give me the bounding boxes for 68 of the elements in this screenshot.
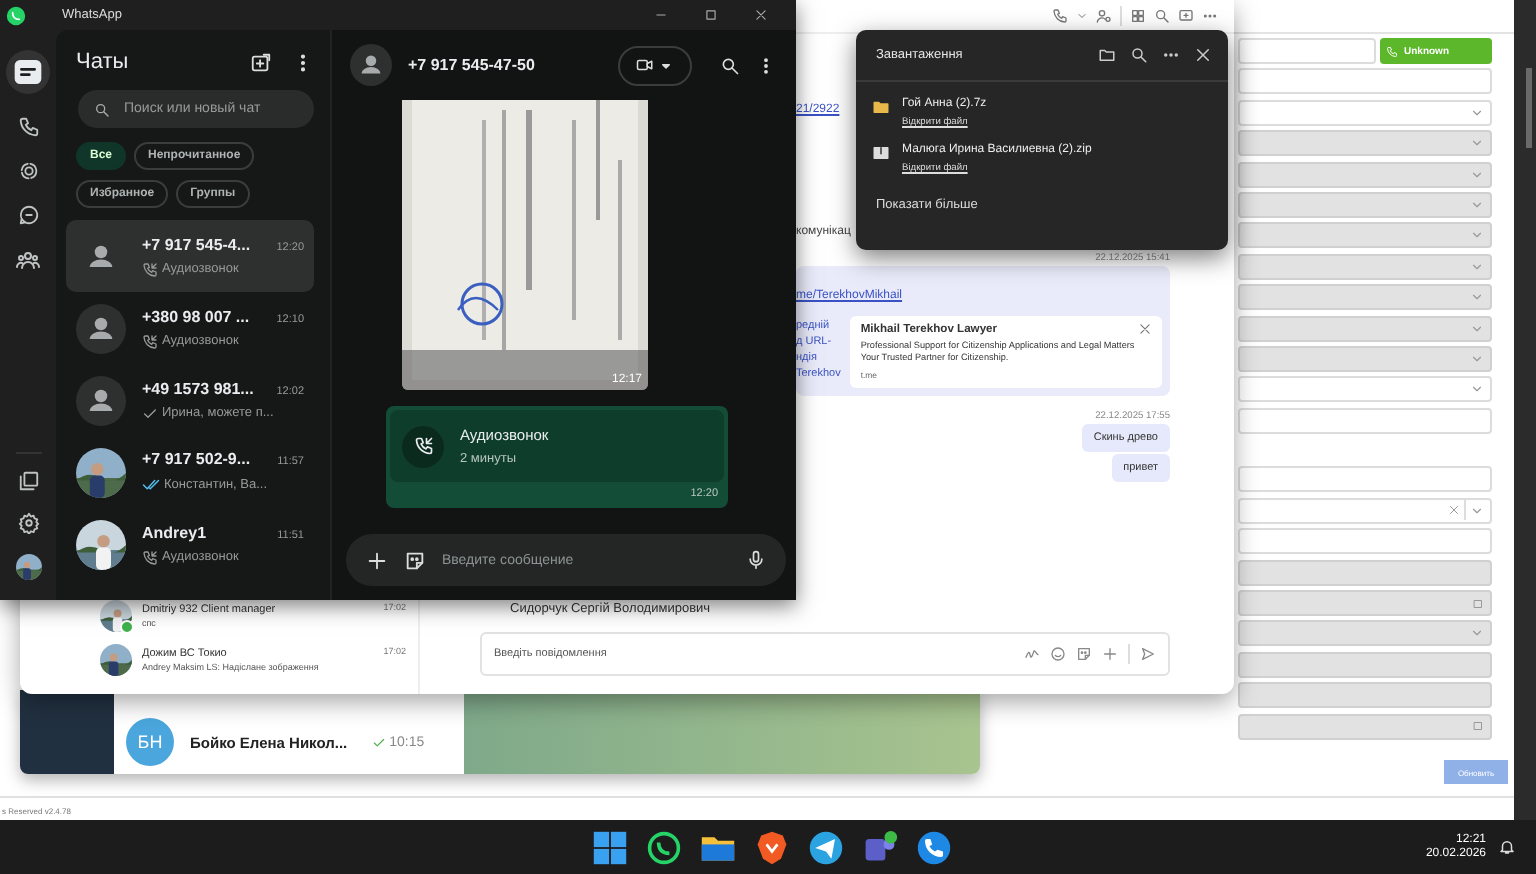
chevron-down-icon	[1470, 626, 1484, 641]
avatar-icon	[350, 44, 392, 86]
chevron-down-icon	[1470, 382, 1484, 397]
input-field[interactable]	[1238, 38, 1376, 64]
archive-icon	[872, 144, 890, 162]
channels-icon[interactable]	[17, 204, 39, 226]
chat-bubble-icon[interactable]	[646, 829, 683, 865]
signature-icon[interactable]	[1024, 646, 1040, 662]
chat-name: +380 98 007 ...	[142, 307, 252, 325]
chevron-down-icon	[1470, 259, 1484, 274]
close-icon[interactable]	[1138, 322, 1152, 336]
chats-icon[interactable]	[6, 50, 50, 94]
avatar-initials: БН	[126, 718, 174, 766]
notification-icon[interactable]	[1498, 838, 1516, 856]
input-field[interactable]	[1238, 466, 1492, 493]
video-icon	[636, 56, 654, 74]
emoji-icon[interactable]	[1050, 646, 1066, 662]
settings-icon[interactable]	[17, 512, 39, 534]
minimize-icon[interactable]	[654, 8, 668, 22]
team-icon[interactable]	[862, 829, 899, 865]
chevron-down-icon	[1470, 503, 1484, 518]
calendar-icon	[1472, 720, 1484, 733]
maximize-icon[interactable]	[704, 8, 718, 22]
grid-icon[interactable]	[1130, 8, 1146, 24]
paper-plane-icon[interactable]	[808, 829, 845, 865]
input-field[interactable]	[1238, 407, 1492, 434]
chat-name: +49 1573 981...	[142, 379, 256, 397]
chevron-down-icon	[1470, 290, 1484, 305]
user-gear-icon[interactable]	[1096, 8, 1112, 24]
input-field[interactable]	[1238, 497, 1492, 524]
new-chat-icon[interactable]	[250, 51, 272, 73]
shield-icon[interactable]	[754, 829, 791, 865]
chevron-down-icon	[1470, 136, 1484, 151]
people-icon[interactable]	[16, 248, 40, 272]
search-icon[interactable]	[1130, 46, 1148, 64]
status-icon[interactable]	[17, 160, 39, 182]
chevron-down-icon	[1470, 228, 1484, 243]
search-icon[interactable]	[720, 55, 740, 75]
input-field[interactable]	[1238, 68, 1492, 95]
phone-icon[interactable]	[916, 829, 953, 865]
chat-name: +7 917 502-9...	[142, 450, 253, 468]
close-icon[interactable]	[1194, 46, 1212, 64]
call-icon	[413, 436, 433, 456]
chat-name: Andrey1	[142, 523, 209, 541]
chat-name: +7 917 545-4...	[142, 235, 253, 253]
search-icon	[94, 101, 110, 117]
send-icon[interactable]	[1140, 646, 1156, 662]
phone-icon	[1386, 45, 1398, 57]
scrollbar-thumb[interactable]	[1526, 68, 1532, 148]
media-icon[interactable]	[17, 470, 39, 492]
sidebar-panel	[20, 690, 114, 774]
chevron-down-icon	[1470, 105, 1484, 120]
start-icon[interactable]	[592, 829, 629, 865]
close-icon[interactable]	[754, 8, 768, 22]
phone-icon[interactable]	[17, 116, 39, 138]
folder-icon	[872, 98, 890, 116]
clear-icon[interactable]	[1448, 504, 1460, 517]
input-field[interactable]	[1238, 376, 1492, 403]
panel-title: Чаты	[76, 50, 131, 74]
screen-icon[interactable]	[1178, 8, 1194, 24]
calendar-icon	[1472, 597, 1484, 610]
video-call-button[interactable]	[618, 45, 692, 85]
folder-icon[interactable]	[1098, 46, 1116, 64]
input-field[interactable]	[1238, 99, 1492, 126]
mic-icon[interactable]	[746, 550, 766, 570]
chat-bubble-icon	[6, 5, 26, 25]
input-field[interactable]	[1238, 528, 1492, 555]
contact-name: +7 917 545-47-50	[408, 56, 537, 74]
